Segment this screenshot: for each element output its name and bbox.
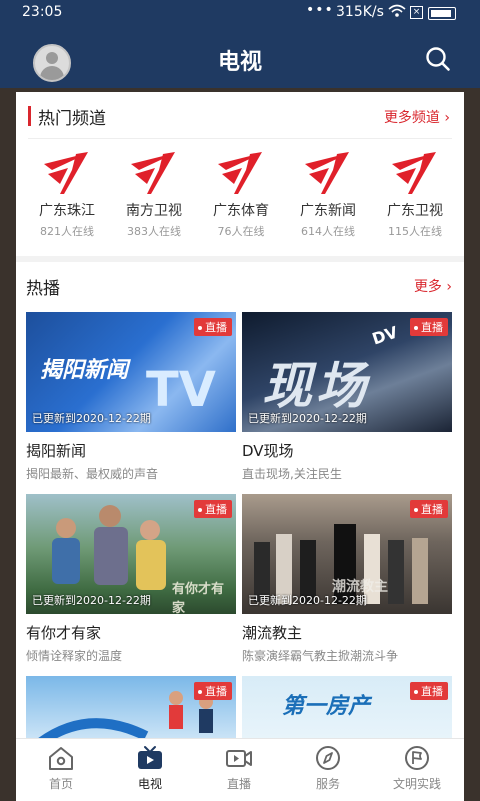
network-speed: 315K/s (336, 4, 384, 20)
tab-service[interactable]: 服务 (293, 745, 363, 792)
channel-item[interactable]: 广东体育 76人在线 (198, 150, 284, 239)
update-label: 已更新到2020-12-22期 (248, 594, 367, 607)
live-badge: 直播 (410, 682, 448, 700)
update-label: 已更新到2020-12-22期 (248, 412, 367, 425)
section-accent-bar (28, 106, 31, 126)
live-badge: 直播 (194, 682, 232, 700)
status-dots: ••• (306, 2, 334, 18)
page-title: 电视 (217, 50, 262, 75)
guangdong-tv-logo (131, 152, 175, 194)
program-thumbnail: 现场 DV 直播 已更新到2020-12-22期 (242, 312, 452, 432)
more-link[interactable]: 更多 › (414, 276, 452, 296)
live-badge: 直播 (410, 318, 448, 336)
channel-name: 广东新闻 (300, 203, 356, 219)
tab-civilization[interactable]: 文明实践 (382, 745, 452, 792)
home-icon (49, 747, 73, 770)
tab-label: 首页 (48, 777, 73, 791)
bottom-tab-bar: 首页 电视 直播 服务 文明实践 (16, 738, 464, 801)
video-camera-icon (226, 750, 252, 767)
channel-viewers: 614人在线 (301, 225, 355, 238)
thumbnail-caption: 第一房产 (282, 694, 371, 719)
hot-playing-title: 热播 (26, 279, 60, 299)
compass-icon (316, 746, 340, 770)
guangdong-tv-logo (305, 152, 349, 194)
channel-item[interactable]: 南方卫视 383人在线 (111, 150, 197, 239)
thumbnail-caption: 揭阳新闻 (40, 358, 129, 383)
divider (28, 138, 452, 139)
thumbnail-caption: 现场 (262, 357, 370, 415)
guangdong-tv-logo (218, 152, 262, 194)
status-bar: 23:05 ••• 315K/s × (0, 0, 480, 26)
program-card[interactable]: 第一房产 直播 (242, 676, 452, 738)
program-title: 潮流教主 (242, 624, 303, 642)
tv-icon (138, 746, 162, 769)
update-label: 已更新到2020-12-22期 (32, 412, 151, 425)
guangdong-tv-logo (392, 152, 436, 194)
tab-live[interactable]: 直播 (204, 745, 274, 792)
channel-item[interactable]: 广东卫视 115人在线 (372, 150, 458, 239)
hot-channels-section: 热门频道 更多频道 › 广东珠江 821人在线 南方卫视 383人在线 广东体育… (16, 92, 464, 256)
wifi-icon (388, 4, 406, 22)
channel-viewers: 821人在线 (40, 225, 94, 238)
channel-name: 广东体育 (213, 203, 269, 219)
program-title: DV现场 (242, 442, 294, 460)
flag-icon (405, 746, 429, 770)
program-thumbnail: 揭阳新闻 TV 直播 已更新到2020-12-22期 (26, 312, 236, 432)
program-card[interactable]: 揭阳新闻 TV 直播 已更新到2020-12-22期 揭阳新闻 揭阳最新、最权威… (26, 312, 236, 482)
tab-tv[interactable]: 电视 (115, 745, 185, 792)
guangdong-tv-logo (44, 152, 88, 194)
more-channels-link[interactable]: 更多频道 › (384, 107, 450, 127)
search-icon[interactable] (425, 46, 451, 72)
channel-viewers: 115人在线 (388, 225, 442, 238)
program-subtitle: 揭阳最新、最权威的声音 (26, 467, 159, 481)
battery-icon (428, 7, 456, 20)
program-card[interactable]: 有你才有家 直播 已更新到2020-12-22期 有你才有家 倾情诠释家的温度 (26, 494, 236, 664)
program-title: 有你才有家 (26, 624, 102, 642)
program-subtitle: 倾情诠释家的温度 (26, 649, 123, 663)
program-card[interactable]: 现场 DV 直播 已更新到2020-12-22期 DV现场 直击现场,关注民生 (242, 312, 452, 482)
program-thumbnail: 直播 (26, 676, 236, 738)
sim-icon: × (410, 6, 423, 19)
hot-playing-section: 热播 更多 › 揭阳新闻 TV 直播 已更新到2020-12-22期 揭阳新闻 … (16, 262, 464, 738)
program-subtitle: 陈豪演绎霸气教主掀潮流斗争 (242, 649, 399, 663)
program-title: 揭阳新闻 (26, 442, 87, 460)
thumbnail-caption: DV (369, 322, 400, 349)
channel-viewers: 383人在线 (127, 225, 181, 238)
program-thumbnail: 有你才有家 直播 已更新到2020-12-22期 (26, 494, 236, 614)
tab-label: 电视 (137, 777, 162, 791)
content-area: 热门频道 更多频道 › 广东珠江 821人在线 南方卫视 383人在线 广东体育… (16, 92, 464, 738)
tab-label: 服务 (315, 777, 340, 791)
tab-label: 直播 (226, 777, 251, 791)
thumbnail-caption: TV (146, 362, 216, 418)
program-thumbnail: 第一房产 直播 (242, 676, 452, 738)
status-time: 23:05 (22, 4, 63, 20)
thumbnail-caption: 有你才有家 (172, 582, 225, 614)
channel-item[interactable]: 广东新闻 614人在线 (285, 150, 371, 239)
channel-viewers: 76人在线 (217, 225, 265, 238)
tab-home[interactable]: 首页 (26, 745, 96, 792)
live-badge: 直播 (410, 500, 448, 518)
app-header: 电视 (0, 26, 480, 88)
hot-channels-title: 热门频道 (38, 109, 106, 129)
channel-name: 南方卫视 (126, 203, 182, 219)
live-badge: 直播 (194, 500, 232, 518)
channel-item[interactable]: 广东珠江 821人在线 (24, 150, 110, 239)
channel-name: 广东卫视 (387, 203, 443, 219)
program-card[interactable]: 潮流教主 直播 已更新到2020-12-22期 潮流教主 陈豪演绎霸气教主掀潮流… (242, 494, 452, 664)
tab-label: 文明实践 (392, 777, 441, 791)
program-thumbnail: 潮流教主 直播 已更新到2020-12-22期 (242, 494, 452, 614)
live-badge: 直播 (194, 318, 232, 336)
update-label: 已更新到2020-12-22期 (32, 594, 151, 607)
program-card[interactable]: 直播 (26, 676, 236, 738)
channel-name: 广东珠江 (39, 203, 95, 219)
program-subtitle: 直击现场,关注民生 (242, 467, 342, 481)
